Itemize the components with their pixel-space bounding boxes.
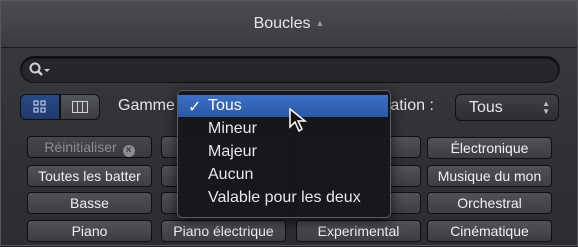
keyword-button[interactable]: Basse [27,192,152,214]
keyword-button[interactable]: Piano [27,220,152,242]
duration-popup[interactable]: Tous ▲ ▼ [455,94,559,121]
columns-icon [72,101,88,113]
menu-item-label: Majeur [208,143,257,160]
keyword-button[interactable]: Cinématique [427,220,552,242]
menu-item-label: Valable pour les deux [208,189,361,206]
reset-button[interactable]: Réinitialiser × [27,136,152,158]
clear-icon: × [122,145,135,157]
grid-icon [33,100,46,113]
checkmark-icon: ✓ [188,99,202,116]
menu-item-label: Tous [208,97,242,114]
keyword-button[interactable]: Toutes les batter [27,165,152,187]
up-down-arrows-icon: ▲ [315,18,325,28]
button-view-toggle[interactable] [20,94,60,120]
view-selector[interactable]: Boucles ▲ [1,15,577,33]
up-down-arrows-icon: ▲ ▼ [542,99,550,116]
search-icon[interactable] [29,62,51,78]
search-field[interactable] [20,56,560,83]
menu-item-label: Mineur [208,120,257,137]
mouse-pointer-icon [289,108,308,133]
title-bar: Boucles ▲ [1,1,577,48]
menu-item-majeur[interactable]: Majeur [178,141,388,163]
keyword-button[interactable]: Experimental [296,220,421,242]
menu-item-label: Aucun [208,166,254,183]
menu-item-tous[interactable]: ✓ Tous [178,95,388,117]
scale-dropdown-menu: ✓ Tous Mineur Majeur Aucun Valable pour … [177,90,391,218]
menu-item-aucun[interactable]: Aucun [178,164,388,186]
keyword-button[interactable]: Électronique [427,137,552,159]
duration-value: Tous [469,99,503,116]
scale-label: Gamme [118,97,175,114]
window-title: Boucles [253,15,311,32]
keyword-button[interactable]: Piano électrique [161,220,286,242]
menu-item-valable-pour-les-deux[interactable]: Valable pour les deux [178,187,388,209]
keyword-button[interactable]: Musique du mon [427,165,552,187]
keyword-button[interactable]: Orchestral [427,192,552,214]
menu-item-mineur[interactable]: Mineur [178,118,388,140]
column-view-toggle[interactable] [60,94,100,120]
reset-label: Réinitialiser [44,139,117,155]
duration-label: ration : [385,97,434,114]
